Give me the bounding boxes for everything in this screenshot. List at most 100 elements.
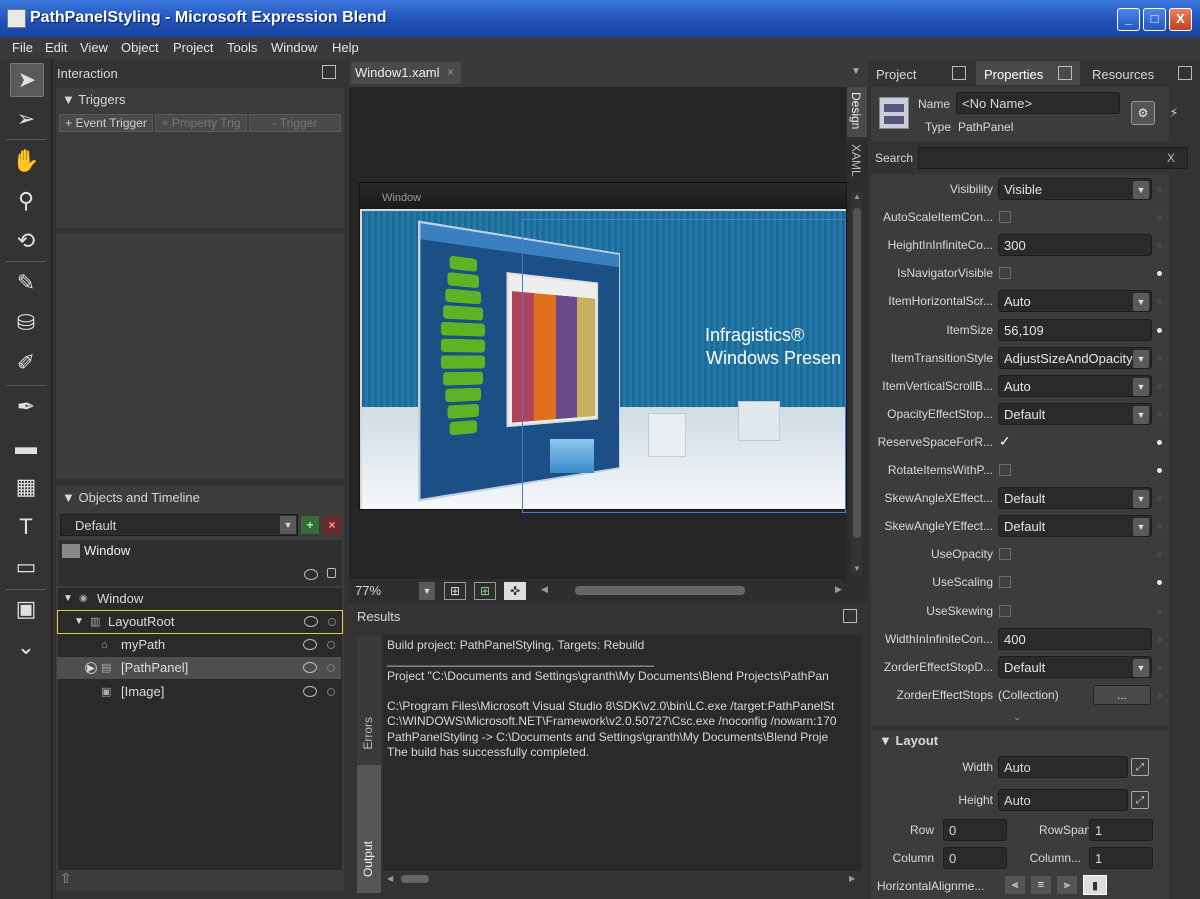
direct-select-tool-icon[interactable]: ➢ bbox=[10, 103, 42, 135]
chevron-down-icon[interactable]: ▼ bbox=[1133, 181, 1149, 199]
property-row[interactable]: SkewAngleYEffect... Default ▼ bbox=[871, 515, 1169, 541]
tab-output[interactable]: Output bbox=[357, 765, 381, 893]
tree-item-image[interactable]: ▣ [Image] bbox=[57, 681, 341, 703]
name-input[interactable]: <No Name> bbox=[956, 92, 1120, 114]
checkbox[interactable] bbox=[999, 604, 1011, 617]
scroll-left-icon[interactable]: ◀ bbox=[541, 584, 548, 595]
search-clear-icon[interactable]: X bbox=[1167, 151, 1175, 165]
width-input[interactable]: Auto bbox=[998, 756, 1128, 778]
property-marker-icon[interactable] bbox=[1157, 383, 1162, 389]
menu-help[interactable]: Help bbox=[332, 40, 359, 55]
menu-object[interactable]: Object bbox=[121, 40, 159, 55]
property-marker-icon[interactable] bbox=[1157, 552, 1162, 558]
scroll-left-icon[interactable]: ◀ bbox=[387, 874, 393, 883]
chevron-down-icon[interactable]: ▼ bbox=[1133, 405, 1149, 424]
row-input[interactable]: 0 bbox=[943, 819, 1007, 841]
checkbox-checked[interactable]: ✓ bbox=[999, 433, 1011, 449]
property-dropdown[interactable]: Visible ▼ bbox=[998, 178, 1152, 200]
horizontal-scroll-thumb[interactable] bbox=[575, 586, 745, 595]
checkbox[interactable] bbox=[999, 464, 1011, 476]
tab-resources[interactable]: Resources bbox=[1082, 61, 1198, 85]
layout-header[interactable]: ▼ Layout bbox=[879, 733, 938, 748]
menu-window[interactable]: Window bbox=[271, 40, 317, 55]
scroll-right-icon[interactable]: ▶ bbox=[849, 874, 855, 883]
property-dropdown[interactable]: Default ▼ bbox=[998, 655, 1152, 678]
property-row[interactable]: UseSkewing bbox=[871, 600, 1169, 626]
lock-toggle-icon[interactable] bbox=[327, 641, 335, 649]
triggers-header[interactable]: ▼ Triggers bbox=[62, 92, 125, 107]
property-row[interactable]: ItemSize 56,109 bbox=[871, 318, 1169, 345]
vertical-scrollbar[interactable]: ▲ ▼ bbox=[851, 192, 863, 576]
search-input[interactable] bbox=[918, 147, 1188, 169]
menu-file[interactable]: File bbox=[12, 40, 33, 55]
scope-up-icon[interactable] bbox=[62, 544, 80, 558]
expand-icon[interactable]: ▼ bbox=[63, 588, 73, 610]
property-dropdown[interactable]: Default ▼ bbox=[998, 487, 1152, 510]
expand-icon[interactable]: ▶ bbox=[85, 662, 97, 674]
scope-row[interactable]: Window bbox=[58, 540, 342, 586]
chevron-down-icon[interactable]: ▼ bbox=[1133, 293, 1149, 312]
property-row[interactable]: HeightInInfiniteCo... 300 bbox=[871, 234, 1169, 260]
expand-icon[interactable]: ▼ bbox=[74, 611, 84, 633]
property-marker-icon[interactable] bbox=[1157, 468, 1162, 473]
checkbox[interactable] bbox=[999, 576, 1011, 589]
scrollbar-thumb[interactable] bbox=[853, 208, 861, 538]
zoom-tool-icon[interactable]: ⚲ bbox=[10, 185, 42, 217]
property-marker-icon[interactable] bbox=[1157, 327, 1162, 333]
menu-project[interactable]: Project bbox=[173, 40, 213, 55]
lock-toggle-icon[interactable] bbox=[327, 688, 335, 696]
rectangle-tool-icon[interactable]: ▬ bbox=[10, 431, 42, 463]
eyedropper-tool-icon[interactable]: ✎ bbox=[10, 267, 42, 299]
scrollbar-thumb[interactable] bbox=[401, 875, 429, 883]
align-left-icon[interactable]: ⫷ bbox=[1005, 876, 1025, 894]
property-row[interactable]: WidthInInfiniteCon... 400 bbox=[871, 627, 1169, 654]
property-marker-icon[interactable] bbox=[1157, 355, 1162, 361]
align-right-icon[interactable]: ⫸ bbox=[1057, 876, 1077, 894]
property-input[interactable]: 400 bbox=[998, 627, 1152, 650]
expand-more-icon[interactable]: ⌄ bbox=[1013, 712, 1021, 723]
close-button[interactable]: X bbox=[1169, 8, 1192, 31]
property-dropdown[interactable]: AdjustSizeAndOpacity ▼ bbox=[998, 346, 1152, 369]
tree-item-window[interactable]: ▼ ◉ Window bbox=[57, 588, 341, 610]
property-marker-icon[interactable] bbox=[1157, 580, 1162, 586]
chevron-down-icon[interactable]: ▼ bbox=[1133, 377, 1149, 396]
property-dropdown[interactable]: Default ▼ bbox=[998, 402, 1152, 425]
property-marker-icon[interactable] bbox=[1157, 692, 1162, 698]
snap-lines-icon[interactable]: ✜ bbox=[504, 582, 526, 600]
output-console[interactable]: Build project: PathPanelStyling, Targets… bbox=[383, 635, 861, 871]
undock-icon[interactable] bbox=[952, 66, 966, 80]
snap-grid-icon[interactable]: ⊞ bbox=[474, 582, 496, 600]
undock-icon[interactable] bbox=[1058, 66, 1072, 80]
checkbox[interactable] bbox=[999, 548, 1011, 561]
pen-tool-icon[interactable]: ✒ bbox=[10, 391, 42, 423]
scroll-up-icon[interactable]: ▲ bbox=[853, 192, 861, 201]
artboard-window[interactable]: Window Infragistics® Windows Presen bbox=[359, 182, 847, 513]
properties-view-icon[interactable]: ⚙ bbox=[1131, 101, 1155, 125]
property-row[interactable]: OpacityEffectStop... Default ▼ bbox=[871, 402, 1169, 429]
chevron-down-icon[interactable]: ▼ bbox=[851, 66, 861, 77]
lock-toggle-icon[interactable] bbox=[327, 664, 335, 672]
property-row[interactable]: ItemVerticalScrollB... Auto ▼ bbox=[871, 374, 1169, 401]
camera-orbit-tool-icon[interactable]: ⟲ bbox=[10, 225, 42, 257]
property-input[interactable]: 300 bbox=[998, 234, 1152, 257]
tab-project[interactable]: Project bbox=[870, 61, 974, 85]
property-marker-icon[interactable] bbox=[1157, 524, 1162, 530]
scroll-right-icon[interactable]: ▶ bbox=[835, 584, 842, 595]
property-marker-icon[interactable] bbox=[1157, 636, 1162, 642]
column-input[interactable]: 0 bbox=[943, 847, 1007, 869]
properties-scrollbar[interactable] bbox=[1172, 178, 1182, 722]
selection-tool-icon[interactable]: ➤ bbox=[10, 63, 44, 97]
new-timeline-icon[interactable]: + bbox=[301, 516, 319, 534]
property-marker-icon[interactable] bbox=[1157, 608, 1162, 614]
align-center-icon[interactable]: ≡ bbox=[1031, 876, 1051, 894]
property-row[interactable]: SkewAngleXEffect... Default ▼ bbox=[871, 487, 1169, 513]
remove-trigger-button[interactable]: - Trigger bbox=[249, 114, 341, 132]
lock-icon[interactable] bbox=[327, 568, 336, 578]
eye-icon[interactable] bbox=[303, 686, 317, 697]
chevron-down-icon[interactable]: ▼ bbox=[280, 516, 296, 534]
tab-window1-xaml[interactable]: Window1.xaml × bbox=[351, 62, 461, 84]
tab-design[interactable]: Design bbox=[847, 87, 867, 137]
menu-view[interactable]: View bbox=[80, 40, 108, 55]
property-marker-icon[interactable] bbox=[1157, 187, 1162, 192]
property-dropdown[interactable]: Auto ▼ bbox=[998, 374, 1152, 397]
